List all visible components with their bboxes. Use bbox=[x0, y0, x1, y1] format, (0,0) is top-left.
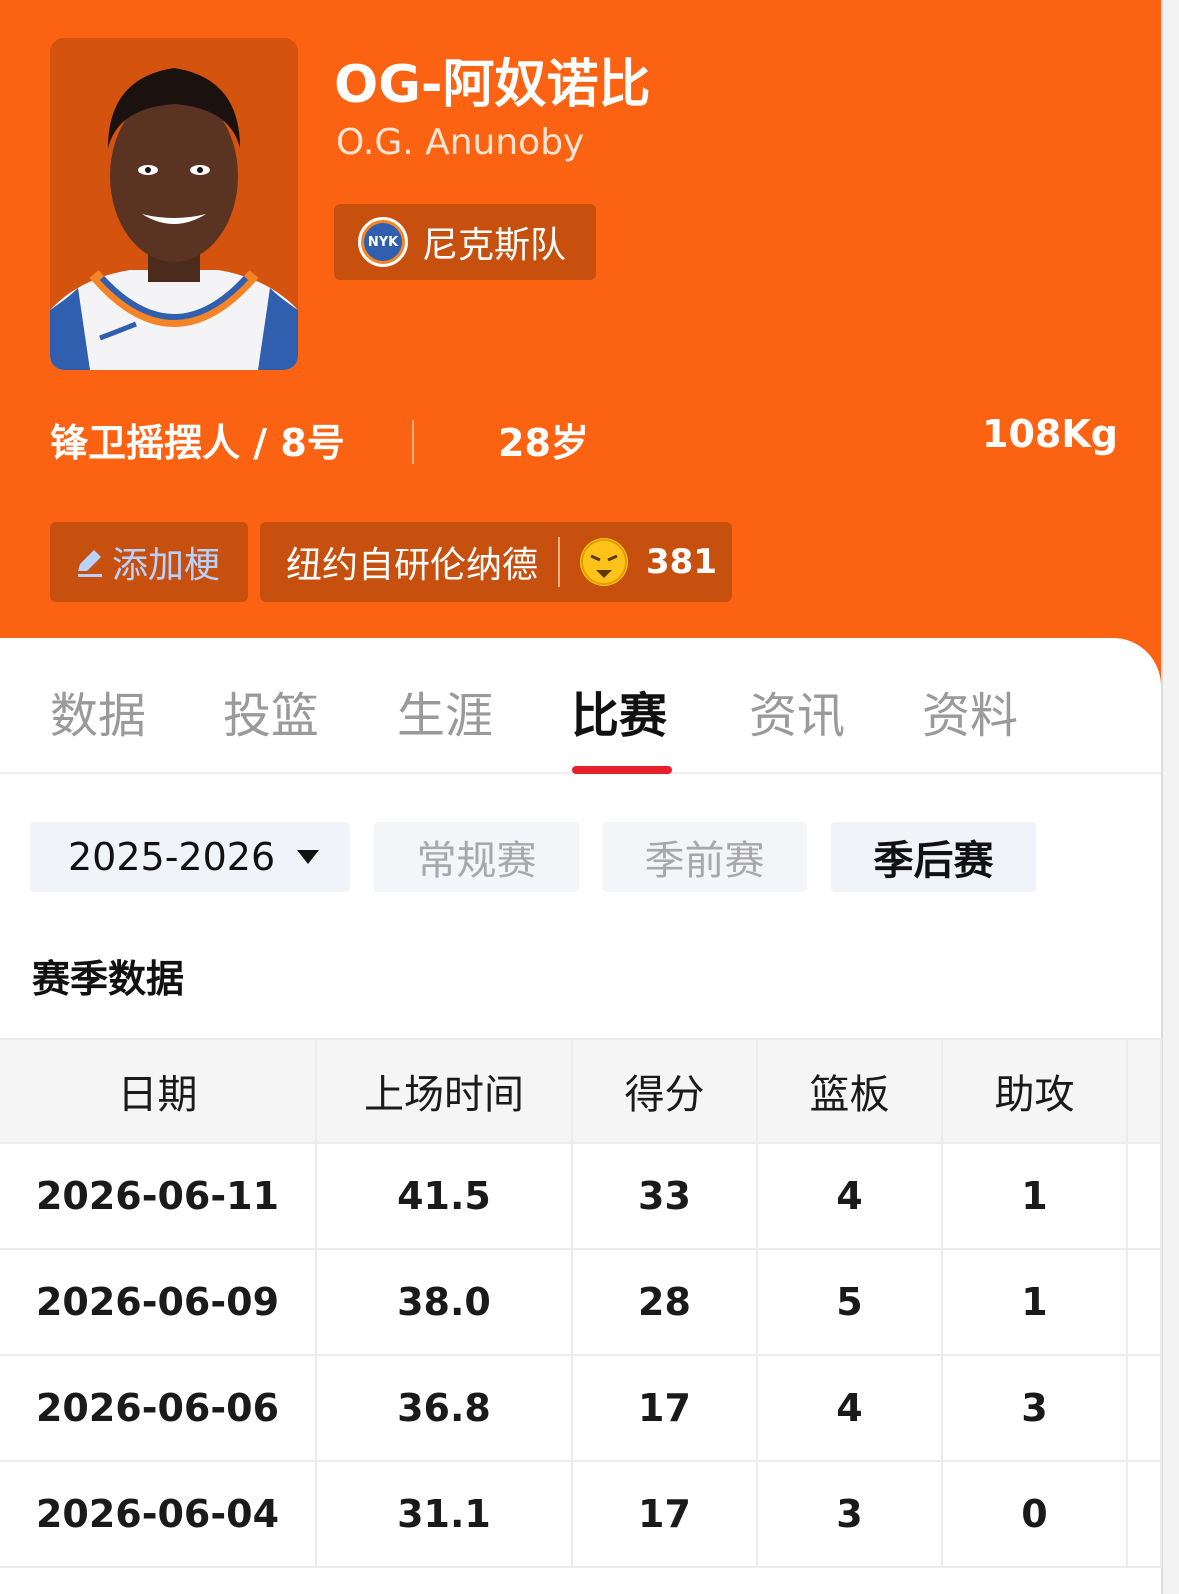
add-meme-label: 添加梗 bbox=[112, 545, 221, 586]
tab-data[interactable]: 数据 bbox=[50, 676, 146, 746]
cell-rebounds: 4 bbox=[756, 1142, 943, 1250]
season-dropdown[interactable]: 2025-2026 bbox=[30, 822, 350, 892]
meme-tag-label: 纽约自研伦纳德 bbox=[286, 545, 539, 586]
team-name: 尼克斯队 bbox=[422, 225, 567, 266]
table-row[interactable]: 2026-06-06 36.8 17 4 3 bbox=[0, 1354, 1162, 1462]
emoji-face-icon bbox=[580, 538, 629, 586]
tab-career[interactable]: 生涯 bbox=[397, 676, 493, 746]
player-avatar bbox=[50, 38, 298, 370]
cell-points: 17 bbox=[571, 1460, 758, 1568]
cell-points: 17 bbox=[571, 1354, 758, 1462]
meme-tag[interactable]: 纽约自研伦纳德 381 bbox=[260, 522, 732, 602]
cell-minutes: 41.5 bbox=[315, 1142, 573, 1250]
table-row[interactable]: 2026-06-09 38.0 28 5 1 bbox=[0, 1248, 1162, 1356]
table-row[interactable]: 2026-06-11 41.5 33 4 1 bbox=[0, 1142, 1162, 1250]
add-meme-button[interactable]: 添加梗 bbox=[50, 522, 248, 602]
player-weight: 108Kg bbox=[982, 412, 1118, 456]
cell-minutes: 38.0 bbox=[315, 1248, 573, 1356]
tab-news[interactable]: 资讯 bbox=[749, 676, 845, 746]
column-header-points: 得分 bbox=[571, 1038, 758, 1144]
cell-points: 33 bbox=[571, 1142, 758, 1250]
team-logo-icon: NYK bbox=[358, 217, 408, 267]
playoffs-button[interactable]: 季后赛 bbox=[831, 822, 1036, 892]
tab-bar: 数据 投篮 生涯 比赛 资讯 资料 bbox=[0, 638, 1161, 774]
section-title: 赛季数据 bbox=[32, 957, 185, 1001]
column-header-date: 日期 bbox=[0, 1038, 317, 1144]
cell-more bbox=[1126, 1460, 1162, 1568]
cell-more bbox=[1126, 1248, 1162, 1356]
cell-more bbox=[1126, 1354, 1162, 1462]
table-header-row: 日期 上场时间 得分 篮板 助攻 bbox=[0, 1038, 1162, 1144]
table-row[interactable]: 2026-06-04 31.1 17 3 0 bbox=[0, 1460, 1162, 1568]
cell-rebounds: 4 bbox=[756, 1354, 943, 1462]
cell-date: 2026-06-11 bbox=[0, 1142, 317, 1250]
caret-down-icon bbox=[297, 850, 320, 864]
cell-minutes: 31.1 bbox=[315, 1460, 573, 1568]
cell-minutes: 36.8 bbox=[315, 1354, 573, 1462]
player-name-cn: OG-阿奴诺比 bbox=[334, 55, 651, 115]
scrollbar-edge bbox=[1161, 0, 1179, 1594]
column-header-more bbox=[1126, 1038, 1162, 1144]
preseason-button[interactable]: 季前赛 bbox=[602, 822, 807, 892]
cell-date: 2026-06-04 bbox=[0, 1460, 317, 1568]
cell-points: 28 bbox=[571, 1248, 758, 1356]
cell-date: 2026-06-09 bbox=[0, 1248, 317, 1356]
tab-games[interactable]: 比赛 bbox=[571, 676, 667, 746]
game-stats-table: 日期 上场时间 得分 篮板 助攻 2026-06-11 41.5 33 4 1 … bbox=[0, 1038, 1162, 1568]
cell-assists: 1 bbox=[941, 1142, 1128, 1250]
tab-profile[interactable]: 资料 bbox=[922, 676, 1018, 746]
meme-tag-divider bbox=[558, 537, 561, 587]
player-name-en: O.G. Anunoby bbox=[336, 122, 585, 163]
player-header: OG-阿奴诺比 O.G. Anunoby NYK 尼克斯队 锋卫摇摆人 / 8号… bbox=[0, 0, 1179, 700]
info-divider bbox=[412, 420, 414, 464]
column-header-rebounds: 篮板 bbox=[756, 1038, 943, 1144]
content-panel: 数据 投篮 生涯 比赛 资讯 资料 2025-2026 常规赛 季前赛 季后赛 … bbox=[0, 638, 1162, 1594]
regular-season-button[interactable]: 常规赛 bbox=[374, 822, 579, 892]
meme-tag-count: 381 bbox=[646, 542, 717, 582]
column-header-minutes: 上场时间 bbox=[315, 1038, 573, 1144]
cell-assists: 1 bbox=[941, 1248, 1128, 1356]
active-tab-indicator bbox=[572, 766, 672, 774]
player-info-row: 锋卫摇摆人 / 8号 28岁 108Kg bbox=[0, 412, 1179, 472]
team-chip[interactable]: NYK 尼克斯队 bbox=[334, 204, 596, 280]
cell-rebounds: 5 bbox=[756, 1248, 943, 1356]
season-value: 2025-2026 bbox=[68, 835, 276, 879]
cell-assists: 0 bbox=[941, 1460, 1128, 1568]
position-number: 锋卫摇摆人 / 8号 bbox=[50, 421, 345, 465]
cell-rebounds: 3 bbox=[756, 1460, 943, 1568]
cell-date: 2026-06-06 bbox=[0, 1354, 317, 1462]
player-age: 28岁 bbox=[498, 421, 589, 465]
cell-assists: 3 bbox=[941, 1354, 1128, 1462]
column-header-assists: 助攻 bbox=[941, 1038, 1128, 1144]
tab-shooting[interactable]: 投篮 bbox=[223, 676, 319, 746]
pencil-icon bbox=[78, 550, 102, 577]
cell-more bbox=[1126, 1142, 1162, 1250]
